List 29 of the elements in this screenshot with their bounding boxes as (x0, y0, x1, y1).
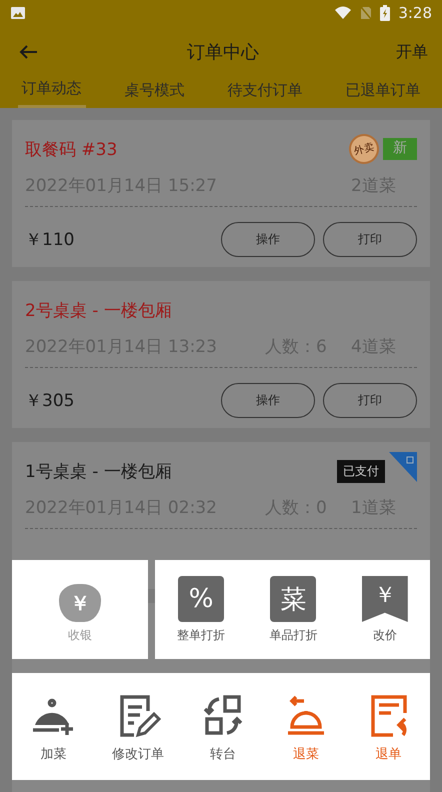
open-order-button[interactable]: 开单 (396, 42, 428, 62)
tab[interactable]: 已退单订单 (342, 78, 424, 108)
card-button[interactable]: 操作 (221, 222, 315, 256)
battery-icon (380, 5, 390, 21)
back-icon[interactable] (18, 44, 38, 60)
paid-tag: 已支付 (337, 460, 385, 482)
action-item[interactable]: 转台 (198, 690, 247, 762)
tab[interactable]: 订单动态 (18, 78, 86, 108)
card-button[interactable]: 打印 (323, 382, 417, 418)
action-item[interactable]: 退菜 (282, 690, 330, 762)
order-title: 2号桌桌 - 一楼包厢 (25, 300, 172, 322)
action-item[interactable]: 修改订单 (112, 690, 164, 762)
new-badge: 新 (383, 138, 417, 160)
card-button[interactable]: 操作 (221, 382, 315, 418)
order-title: 取餐码 #33 (25, 138, 118, 160)
wifi-icon (334, 6, 352, 20)
window-title: 订单中心 (187, 41, 259, 64)
tab[interactable]: 待支付订单 (224, 78, 306, 108)
image-icon (10, 6, 26, 20)
order-price: ￥110 (25, 228, 74, 250)
no-sim-icon (360, 6, 372, 20)
order-price: ￥305 (25, 390, 74, 412)
tab[interactable]: 桌号模式 (120, 78, 188, 108)
action-item[interactable]: 加菜 (29, 690, 78, 762)
action-item[interactable]: 退单 (364, 690, 413, 762)
card-button[interactable]: 打印 (323, 222, 417, 256)
corner-ribbon-icon (389, 452, 417, 482)
order-title: 1号桌桌 - 一楼包厢 (25, 460, 172, 482)
status-time: 3:28 (398, 4, 432, 22)
